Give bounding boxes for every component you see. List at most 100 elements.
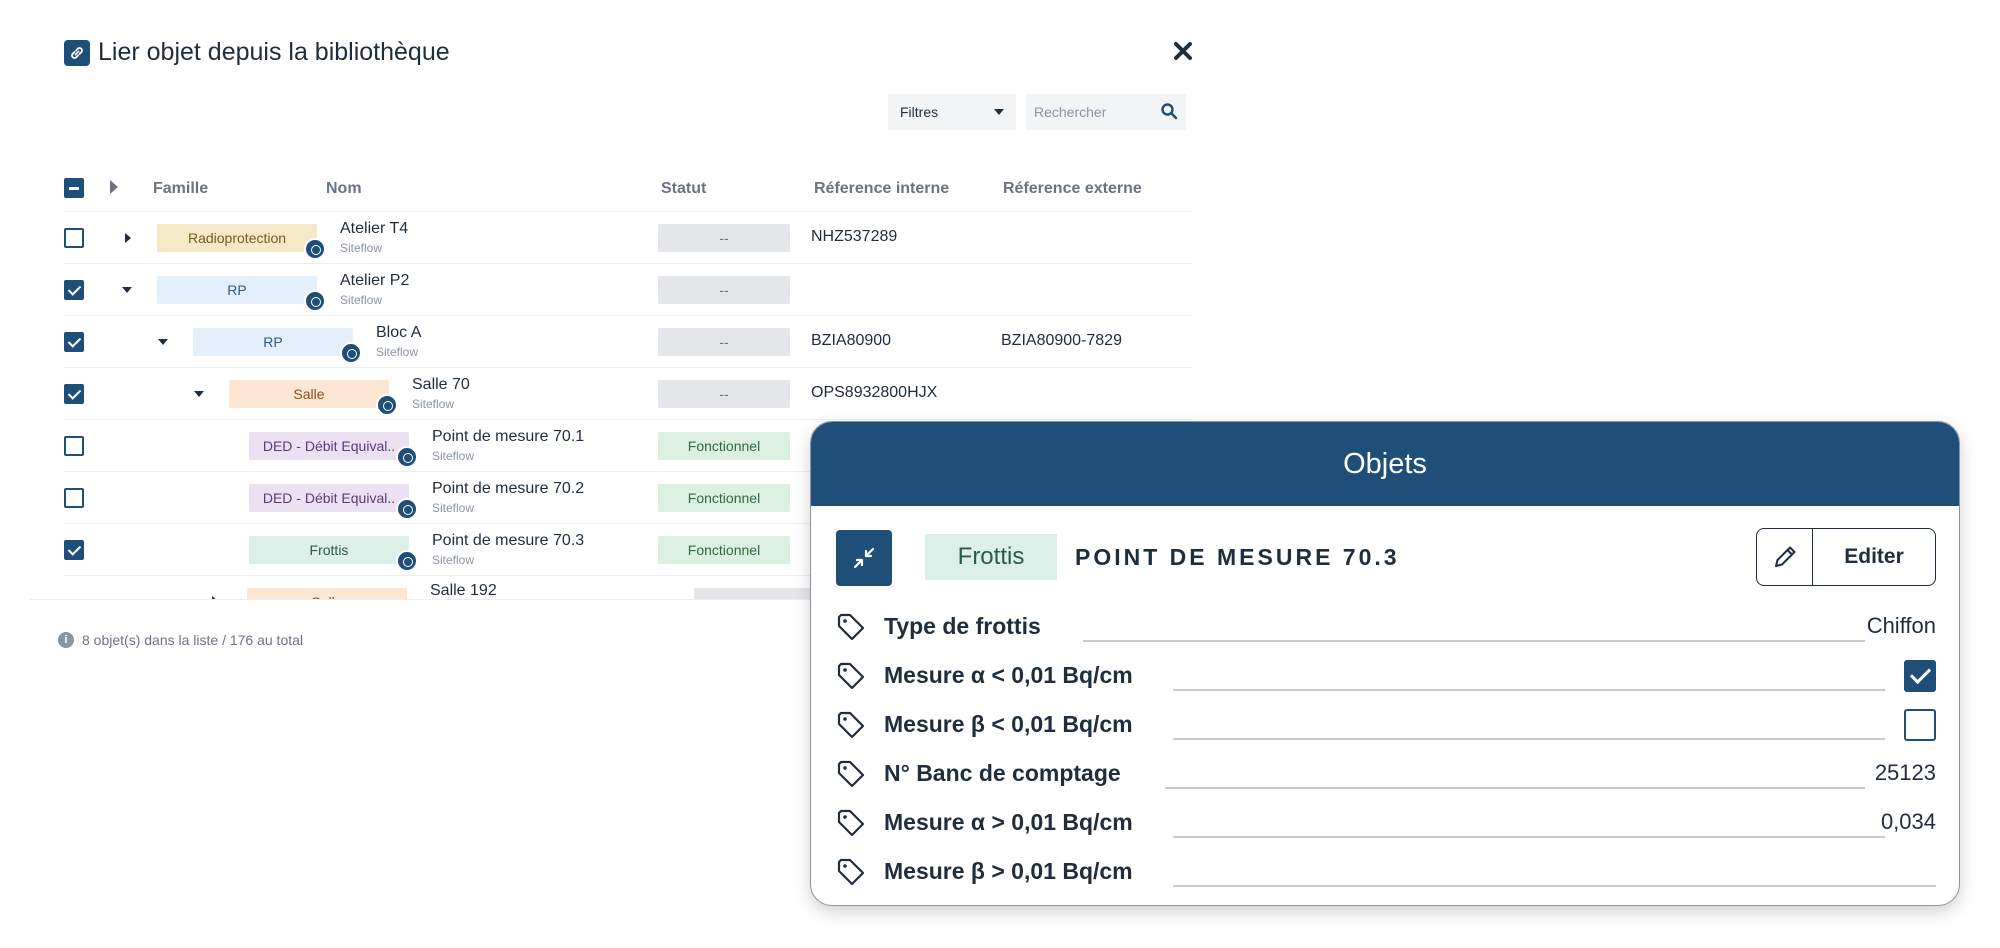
row-checkbox[interactable] xyxy=(64,332,84,352)
property-label: Type de frottis xyxy=(884,613,1041,639)
chevron-right-icon[interactable] xyxy=(125,233,131,243)
edit-label: Editer xyxy=(1844,545,1904,568)
status-badge xyxy=(694,588,826,599)
row-name: Atelier P2 xyxy=(340,272,410,289)
info-icon: i xyxy=(58,632,74,648)
column-ref-interne[interactable]: Réference interne xyxy=(814,180,949,198)
pencil-icon[interactable] xyxy=(1757,529,1813,585)
edit-button[interactable]: Editer xyxy=(1756,528,1936,586)
row-source: Siteflow xyxy=(432,553,475,567)
globe-icon xyxy=(304,290,326,312)
select-all-checkbox[interactable] xyxy=(64,178,84,198)
row-name: Bloc A xyxy=(376,324,422,341)
property-divider xyxy=(1173,885,1936,887)
objets-panel: Objets Frottis POINT DE MESURE 70.3 Edit… xyxy=(810,421,1960,906)
property-divider xyxy=(1165,787,1865,789)
property-value: Chiffon xyxy=(1866,613,1936,638)
list-count-text: 8 objet(s) dans la liste / 176 au total xyxy=(82,632,304,648)
tag-icon xyxy=(837,760,865,788)
property-divider xyxy=(1173,836,1885,838)
column-statut[interactable]: Statut xyxy=(661,180,706,198)
row-name: Atelier T4 xyxy=(340,220,409,237)
table-row[interactable]: Salle Salle 70 Siteflow -- OPS8932800HJX xyxy=(64,368,1192,420)
famille-chip: Frottis xyxy=(925,534,1057,580)
column-ref-externe[interactable]: Réference externe xyxy=(1003,180,1142,198)
chevron-down-icon[interactable] xyxy=(158,339,168,345)
property-label: Mesure β < 0,01 Bq/cm xyxy=(884,711,1133,737)
close-icon[interactable] xyxy=(1172,40,1194,62)
filter-label: Filtres xyxy=(900,104,939,120)
famille-badge: Salle xyxy=(229,380,389,408)
table-row[interactable]: Radioprotection Atelier T4 Siteflow -- N… xyxy=(64,212,1192,264)
famille-badge: DED - Débit Equival.. xyxy=(249,484,409,512)
dialog-title: Lier objet depuis la bibliothèque xyxy=(64,38,450,67)
chevron-down-icon[interactable] xyxy=(122,287,132,293)
row-source: Siteflow xyxy=(432,449,475,463)
famille-badge: DED - Débit Equival.. xyxy=(249,432,409,460)
famille-badge: RP xyxy=(157,276,317,304)
ref-interne: BZIA80900 xyxy=(811,332,892,349)
tag-icon xyxy=(837,613,865,641)
famille-badge: Frottis xyxy=(249,536,409,564)
chevron-right-icon[interactable] xyxy=(212,596,218,599)
sensor-icon xyxy=(396,446,418,468)
property-row: Mesure β > 0,01 Bq/cm xyxy=(836,852,1936,892)
property-row: Mesure α < 0,01 Bq/cm xyxy=(836,656,1936,696)
ref-interne: NHZ537289 xyxy=(811,228,898,245)
globe-icon xyxy=(376,394,398,416)
table-row[interactable]: RP Atelier P2 Siteflow -- xyxy=(64,264,1192,316)
collapse-icon[interactable] xyxy=(836,530,892,586)
row-name: Point de mesure 70.2 xyxy=(432,480,585,497)
tag-icon xyxy=(837,711,865,739)
status-badge: -- xyxy=(658,276,790,304)
row-name: Salle 70 xyxy=(412,376,470,393)
search-placeholder: Rechercher xyxy=(1034,104,1107,120)
ref-externe: BZIA80900-7829 xyxy=(1001,332,1122,349)
status-badge: Fonctionnel xyxy=(658,484,790,512)
status-badge: -- xyxy=(658,380,790,408)
property-row: N° Banc de comptage 25123 xyxy=(836,754,1936,794)
status-badge: Fonctionnel xyxy=(658,432,790,460)
status-badge: -- xyxy=(658,224,790,252)
row-checkbox[interactable] xyxy=(64,436,84,456)
chevron-down-icon[interactable] xyxy=(194,391,204,397)
row-checkbox[interactable] xyxy=(64,228,84,248)
row-checkbox[interactable] xyxy=(64,488,84,508)
status-badge: Fonctionnel xyxy=(658,536,790,564)
property-row: Mesure β < 0,01 Bq/cm xyxy=(836,705,1936,745)
tag-icon xyxy=(837,662,865,690)
chevron-down-icon xyxy=(994,109,1004,115)
tag-icon xyxy=(837,858,865,886)
property-label: N° Banc de comptage xyxy=(884,760,1121,786)
property-divider xyxy=(1173,738,1885,740)
tag-icon xyxy=(837,809,865,837)
property-label: Mesure α < 0,01 Bq/cm xyxy=(884,662,1133,688)
row-checkbox[interactable] xyxy=(64,540,84,560)
property-checkbox[interactable] xyxy=(1904,660,1936,692)
property-label: Mesure β > 0,01 Bq/cm xyxy=(884,858,1133,884)
filter-select[interactable]: Filtres xyxy=(888,94,1016,130)
property-checkbox[interactable] xyxy=(1904,709,1936,741)
famille-badge: Salle xyxy=(247,588,407,599)
property-row: Mesure α > 0,01 Bq/cm 0,034 xyxy=(836,803,1936,843)
property-value: 25123 xyxy=(1874,760,1936,785)
panel-header: Objets xyxy=(811,422,1959,506)
property-row: Type de frottis Chiffon xyxy=(836,607,1936,647)
famille-badge: RP xyxy=(193,328,353,356)
column-nom[interactable]: Nom xyxy=(326,180,362,198)
ref-interne: OPS8932800HJX xyxy=(811,384,938,401)
expand-all-icon[interactable] xyxy=(110,180,118,194)
row-source: Siteflow xyxy=(432,501,475,515)
object-title: POINT DE MESURE 70.3 xyxy=(1075,544,1400,570)
row-checkbox[interactable] xyxy=(64,280,84,300)
table-row[interactable]: RP Bloc A Siteflow -- BZIA80900 BZIA8090… xyxy=(64,316,1192,368)
search-input[interactable]: Rechercher xyxy=(1026,94,1186,130)
table-header: Famille Nom Statut Réference interne Réf… xyxy=(64,176,1192,212)
row-source: Siteflow xyxy=(340,293,383,307)
column-famille[interactable]: Famille xyxy=(153,180,208,198)
row-checkbox[interactable] xyxy=(64,384,84,404)
row-name: Point de mesure 70.1 xyxy=(432,428,585,445)
row-source: Siteflow xyxy=(412,397,455,411)
search-icon[interactable] xyxy=(1160,102,1178,123)
sensor-icon xyxy=(396,550,418,572)
